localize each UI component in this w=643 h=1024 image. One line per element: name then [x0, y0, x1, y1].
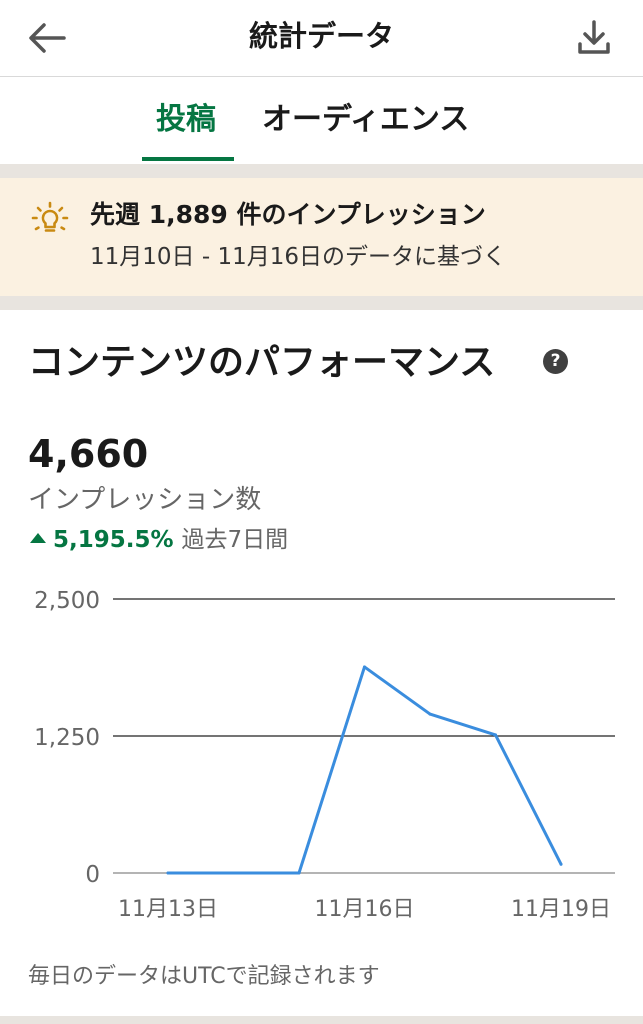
section-title: コンテンツのパフォーマンス	[28, 342, 496, 383]
data-point	[297, 871, 301, 875]
impressions-label: インプレッション数	[28, 485, 262, 515]
impressions-series-line	[166, 665, 563, 875]
data-point	[428, 712, 432, 716]
divider-band	[0, 1016, 643, 1024]
impressions-count: 4,660	[28, 432, 149, 476]
x-tick-label: 11月19日	[511, 897, 611, 922]
lightbulb-icon	[31, 201, 69, 232]
utc-note: 毎日のデータはUTCで記録されます	[28, 964, 380, 989]
data-point	[166, 871, 170, 875]
divider-band	[0, 296, 643, 310]
divider-band	[0, 164, 643, 178]
data-point	[494, 733, 497, 737]
data-point	[363, 665, 366, 669]
impressions-line-chart: 0 1,250 2,500 11月13日 11月16日 11月19日	[34, 588, 615, 922]
download-button[interactable]	[572, 16, 616, 60]
tab-posts[interactable]: 投稿	[156, 99, 216, 141]
tab-audience[interactable]: オーディエンス	[262, 99, 469, 141]
page-title: 統計データ	[248, 19, 394, 53]
banner-subtitle: 11月10日 - 11月16日のデータに基づく	[90, 244, 506, 270]
help-icon[interactable]: ?	[543, 349, 568, 374]
trend-up-icon	[30, 532, 46, 543]
tab-bar: 投稿 オーディエンス	[0, 77, 643, 163]
top-app-bar: 統計データ	[0, 0, 643, 77]
x-tick-label: 11月16日	[315, 897, 415, 922]
y-tick-label: 2,500	[34, 588, 100, 614]
banner-title: 先週 1,889 件のインプレッション	[90, 200, 486, 229]
download-icon	[578, 20, 610, 54]
change-period: 過去7日間	[181, 527, 289, 553]
x-tick-label: 11月13日	[118, 897, 218, 922]
active-tab-indicator	[142, 157, 234, 161]
change-row: 5,195.5% 過去7日間	[30, 520, 288, 560]
change-percent: 5,195.5%	[53, 527, 174, 553]
y-tick-label: 1,250	[34, 725, 100, 751]
data-point	[232, 871, 235, 875]
data-point	[559, 862, 563, 866]
y-tick-label: 0	[85, 862, 100, 888]
